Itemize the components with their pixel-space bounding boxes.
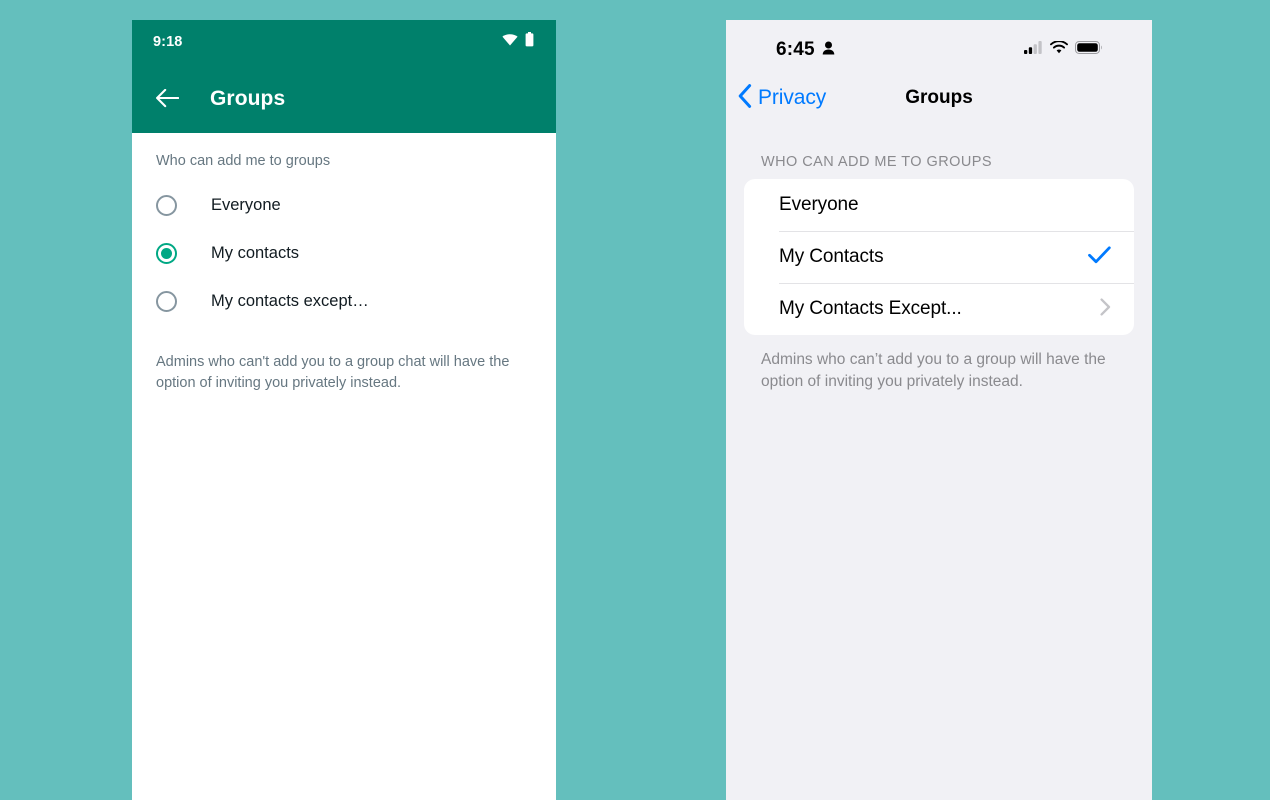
android-content: Who can add me to groups Everyone My con… (132, 133, 556, 800)
android-option-label: Everyone (211, 195, 281, 214)
chevron-left-icon (738, 83, 752, 113)
android-option-label: My contacts (211, 243, 300, 262)
cellular-signal-icon (1024, 41, 1043, 59)
wifi-icon (1050, 40, 1068, 59)
android-option-my-contacts-except[interactable]: My contacts except… (132, 277, 556, 325)
ios-row-label: My Contacts Except... (779, 298, 962, 319)
back-arrow-icon[interactable] (154, 86, 180, 112)
ios-row-my-contacts[interactable]: My Contacts (744, 231, 1134, 283)
ios-row-label: My Contacts (779, 246, 884, 267)
ios-section-label: WHO CAN ADD ME TO GROUPS (761, 154, 993, 170)
android-option-everyone[interactable]: Everyone (132, 181, 556, 229)
person-icon (822, 41, 835, 60)
radio-my-contacts[interactable] (156, 242, 177, 264)
page-title: Groups (210, 86, 286, 110)
ios-status-icon-group (1024, 40, 1102, 59)
android-app-bar: Groups (132, 64, 556, 133)
radio-my-contacts-except[interactable] (156, 290, 177, 312)
ios-nav-bar: Privacy Groups (726, 72, 1152, 124)
android-status-icon-group (502, 32, 534, 52)
android-status-clock: 9:18 (153, 34, 183, 50)
ios-options-card: Everyone My Contacts My Contacts Except.… (744, 179, 1134, 335)
android-section-label: Who can add me to groups (156, 153, 331, 169)
ios-back-label: Privacy (758, 86, 827, 109)
android-header: 9:18 Groups (132, 20, 556, 133)
ios-row-label: Everyone (779, 194, 859, 215)
android-option-label: My contacts except… (211, 291, 369, 310)
ios-status-clock-group: 6:45 (776, 39, 835, 61)
ios-phone-panel: 6:45 Privacy Groups WHO CAN ADD ME TO GR… (726, 20, 1152, 800)
ios-row-everyone[interactable]: Everyone (744, 179, 1134, 231)
android-phone-panel: 9:18 Groups Who can add me to groups Eve… (132, 20, 556, 800)
ios-status-clock: 6:45 (776, 39, 815, 60)
chevron-right-icon (1100, 297, 1111, 321)
checkmark-icon (1088, 245, 1111, 269)
ios-row-my-contacts-except[interactable]: My Contacts Except... (744, 283, 1134, 335)
android-footer-note: Admins who can't add you to a group chat… (156, 354, 510, 391)
wifi-icon (502, 33, 518, 51)
battery-icon (525, 32, 534, 52)
android-status-bar: 9:18 (132, 20, 556, 64)
radio-everyone[interactable] (156, 194, 177, 216)
ios-footer-note: Admins who can’t add you to a group will… (761, 351, 1106, 390)
ios-back-button[interactable]: Privacy (738, 83, 827, 113)
android-option-my-contacts[interactable]: My contacts (132, 229, 556, 277)
ios-status-bar: 6:45 (726, 20, 1152, 72)
battery-icon (1075, 41, 1102, 59)
